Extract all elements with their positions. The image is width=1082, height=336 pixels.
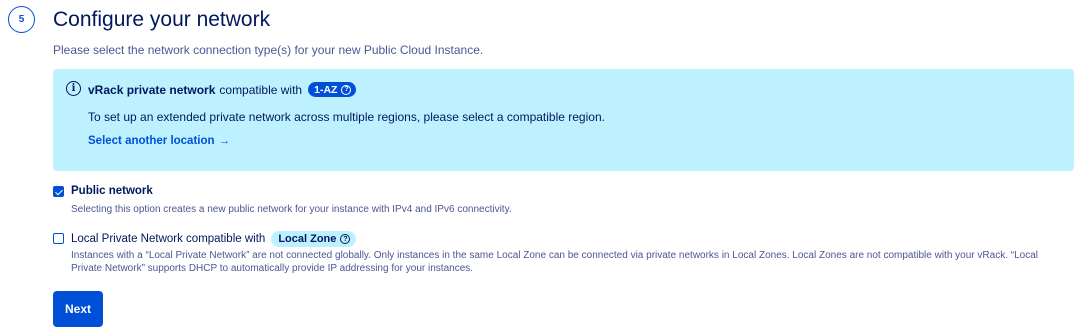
next-button[interactable]: Next — [53, 291, 103, 327]
vrack-info-body: To set up an extended private network ac… — [88, 110, 605, 124]
vrack-info-heading: vRack private network compatible with 1-… — [88, 82, 357, 97]
page-title: Configure your network — [53, 8, 271, 31]
local-zone-badge: Local Zone ? — [271, 231, 357, 247]
info-icon: i — [66, 81, 81, 96]
local-private-network-checkbox[interactable] — [53, 233, 64, 244]
local-private-network-label: Local Private Network compatible with — [71, 233, 266, 245]
select-another-location-link[interactable]: Select another location → — [88, 135, 230, 147]
availability-zone-badge: 1-AZ ? — [308, 82, 357, 97]
availability-zone-badge-label: 1-AZ — [314, 83, 338, 96]
question-icon[interactable]: ? — [341, 84, 352, 95]
public-network-description: Selecting this option creates a new publ… — [71, 204, 512, 215]
local-private-network-option[interactable]: Local Private Network compatible with Lo… — [71, 231, 357, 247]
page-subtitle: Please select the network connection typ… — [53, 43, 484, 57]
question-icon[interactable]: ? — [340, 234, 351, 244]
select-another-location-label: Select another location — [88, 135, 215, 147]
vrack-info-message: i vRack private network compatible with … — [53, 69, 1074, 171]
local-zone-badge-label: Local Zone — [278, 233, 337, 245]
public-network-checkbox[interactable] — [53, 186, 64, 197]
vrack-compatible-text: compatible with — [219, 82, 303, 97]
public-network-label[interactable]: Public network — [71, 185, 153, 197]
step-number-badge: 5 — [8, 6, 35, 33]
local-private-network-description: Instances with a “Local Private Network”… — [71, 250, 1038, 274]
vrack-title: vRack private network — [88, 82, 216, 97]
arrow-right-icon: → — [218, 135, 231, 147]
